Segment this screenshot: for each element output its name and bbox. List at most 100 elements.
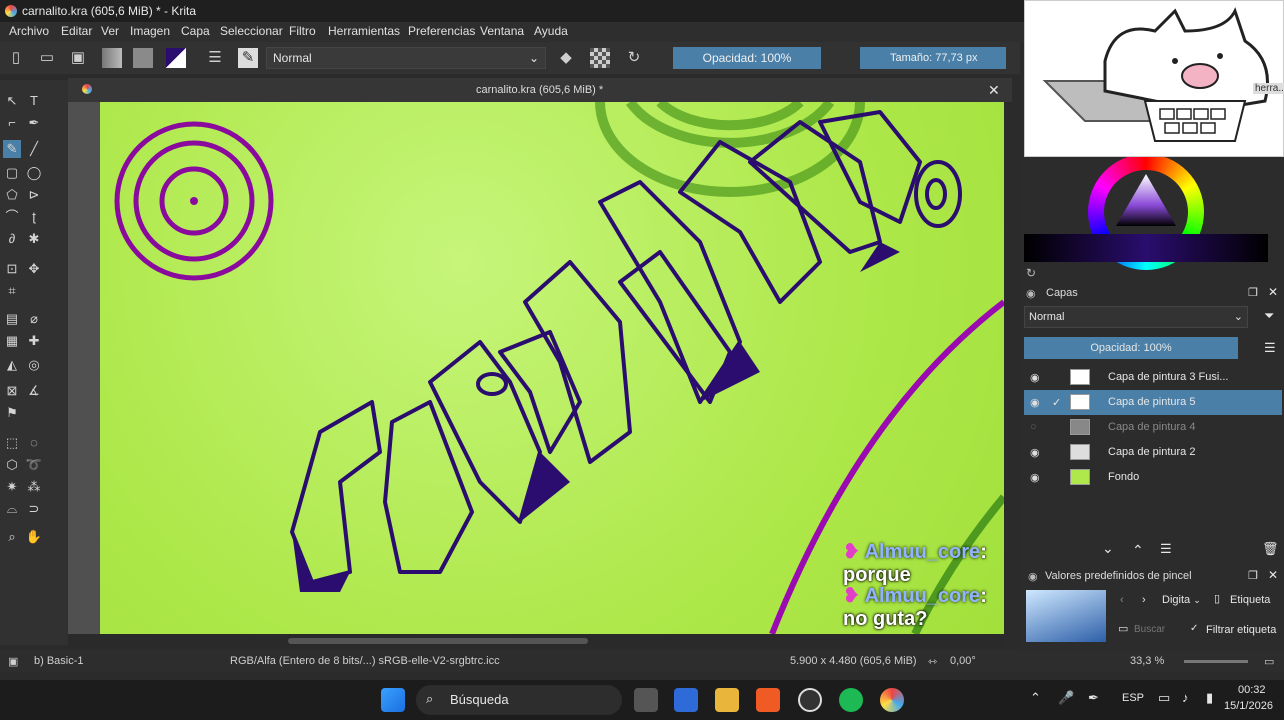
preset-search-input[interactable] <box>1134 620 1184 638</box>
contiguous-select-icon[interactable]: ✷ <box>3 478 21 496</box>
ellipse-select-icon[interactable]: ◌ <box>25 434 43 452</box>
delete-layer-icon[interactable]: 🗑 <box>1262 541 1279 557</box>
transform-tool-icon[interactable]: ⊡ <box>3 260 21 278</box>
menu-filtro[interactable]: Filtro <box>289 24 316 38</box>
move-layer-up-icon[interactable]: ⌃ <box>1132 542 1144 559</box>
canvas-viewport[interactable]: ❥ Almuu_core: porque ❥ Almuu_core: no gu… <box>68 102 1004 634</box>
move-tool-icon[interactable]: ✥ <box>25 260 43 278</box>
freehand-select-icon[interactable]: ➰ <box>25 456 43 474</box>
rotate-icon[interactable]: ⇿ <box>928 655 937 668</box>
color-picker-icon[interactable]: ⌀ <box>25 310 43 328</box>
save-icon[interactable]: ▣ <box>68 48 88 68</box>
brush-settings-icon[interactable]: ☰ <box>205 48 225 68</box>
assistant-tool-icon[interactable]: ⊠ <box>3 382 21 400</box>
smart-patch-icon[interactable]: ✚ <box>25 332 43 350</box>
eye-icon[interactable]: ◉ <box>1030 446 1040 459</box>
gradient-icon[interactable] <box>102 48 122 68</box>
enclose-fill-icon[interactable]: ◎ <box>25 356 43 374</box>
brush-preset-icon[interactable]: ✎ <box>238 48 258 68</box>
select-shapes-icon[interactable]: ↖ <box>3 92 21 110</box>
brush-preset-thumbnail[interactable] <box>1026 590 1106 642</box>
eye-hidden-icon[interactable]: ○ <box>1030 421 1037 433</box>
horizontal-scrollbar[interactable] <box>68 634 1004 648</box>
layer-menu-icon[interactable]: ☰ <box>1264 340 1276 356</box>
color-swatch-icon[interactable] <box>166 48 186 68</box>
new-document-icon[interactable]: ▯ <box>6 48 26 68</box>
magnetic-select-icon[interactable]: ⊃ <box>25 500 43 518</box>
menu-imagen[interactable]: Imagen <box>130 24 170 38</box>
tray-chevron-icon[interactable]: ⌃ <box>1030 690 1041 706</box>
brave-icon[interactable] <box>756 688 780 712</box>
menu-seleccionar[interactable]: Seleccionar <box>220 24 283 38</box>
eraser-icon[interactable]: ◆ <box>556 48 576 68</box>
freehand-brush-icon[interactable]: ✎ <box>3 140 21 158</box>
colorize-mask-icon[interactable]: ▦ <box>3 332 21 350</box>
filter-tag-checkbox[interactable]: ✓ <box>1190 623 1198 634</box>
fill-tool-icon[interactable]: ◭ <box>3 356 21 374</box>
tag-select[interactable]: Digita ⌄ <box>1160 592 1208 610</box>
windows-start-icon[interactable] <box>381 688 405 712</box>
polygon-select-icon[interactable]: ⬡ <box>3 456 21 474</box>
layer-row[interactable]: ◉ Capa de pintura 3 Fusi... <box>1024 365 1282 390</box>
float-panel-icon[interactable]: ❐ <box>1248 286 1258 299</box>
color-history-bar[interactable] <box>1024 234 1268 262</box>
reference-images-icon[interactable]: ⚑ <box>3 404 21 422</box>
layer-row[interactable]: ◉ Capa de pintura 2 <box>1024 440 1282 465</box>
layer-row[interactable]: ◉ Fondo <box>1024 465 1282 490</box>
network-icon[interactable]: ▭ <box>1158 690 1170 706</box>
zoom-slider[interactable] <box>1184 660 1248 663</box>
prev-icon[interactable]: ‹ <box>1120 594 1124 606</box>
volume-icon[interactable]: ♪ <box>1182 690 1189 705</box>
menu-ayuda[interactable]: Ayuda <box>534 24 568 38</box>
multibrush-icon[interactable]: ✱ <box>25 230 43 248</box>
polyline-tool-icon[interactable]: ⊳ <box>25 186 43 204</box>
spotify-icon[interactable] <box>839 688 863 712</box>
layer-opacity-slider[interactable]: Opacidad: 100% <box>1024 337 1238 359</box>
alpha-lock-icon[interactable] <box>590 48 610 68</box>
zoom-fit-icon[interactable]: ▭ <box>1264 655 1274 668</box>
blend-mode-select[interactable]: Normal ⌄ <box>266 47 546 69</box>
bezier-tool-icon[interactable]: ⌒ <box>3 208 21 226</box>
crop-tool-icon[interactable]: ⌗ <box>3 282 21 300</box>
language-indicator[interactable]: ESP <box>1122 692 1144 704</box>
taskbar-search[interactable]: ⌕ Búsqueda <box>416 685 622 715</box>
edit-shapes-icon[interactable]: ⌐ <box>3 114 21 132</box>
menu-herramientas[interactable]: Herramientas <box>328 24 400 38</box>
similar-select-icon[interactable]: ⁂ <box>25 478 43 496</box>
reload-icon[interactable]: ↻ <box>624 48 644 68</box>
eye-icon[interactable]: ◉ <box>1030 471 1040 484</box>
krita-taskbar-icon[interactable] <box>880 688 904 712</box>
menu-ventana[interactable]: Ventana <box>480 24 524 38</box>
gradient-tool-icon[interactable]: ▤ <box>3 310 21 328</box>
pan-tool-icon[interactable]: ✋ <box>25 528 43 546</box>
size-slider[interactable]: Tamaño: 77,73 px <box>860 47 1006 69</box>
ellipse-tool-icon[interactable]: ◯ <box>25 164 43 182</box>
filter-icon[interactable]: ⏷ <box>1264 308 1274 324</box>
menu-archivo[interactable]: Archivo <box>9 24 49 38</box>
polygon-tool-icon[interactable]: ⬠ <box>3 186 21 204</box>
menu-ver[interactable]: Ver <box>101 24 119 38</box>
move-layer-down-icon[interactable]: ⌄ <box>1102 540 1114 557</box>
menu-editar[interactable]: Editar <box>61 24 92 38</box>
obs-icon[interactable] <box>798 688 822 712</box>
close-panel-icon[interactable]: ✕ <box>1268 568 1278 582</box>
dynamic-brush-icon[interactable]: ∂ <box>3 230 21 248</box>
open-document-icon[interactable]: ▭ <box>37 48 57 68</box>
text-tool-icon[interactable]: T <box>25 92 43 110</box>
document-tab[interactable]: carnalito.kra (605,6 MiB) * ✕ <box>68 78 1012 102</box>
battery-icon[interactable]: ▮ <box>1206 690 1213 706</box>
menu-capa[interactable]: Capa <box>181 24 210 38</box>
store-icon[interactable] <box>674 688 698 712</box>
file-explorer-icon[interactable] <box>715 688 739 712</box>
freehand-path-icon[interactable]: ʈ <box>25 208 43 226</box>
rectangle-tool-icon[interactable]: ▢ <box>3 164 21 182</box>
calligraphy-icon[interactable]: ✒ <box>25 114 43 132</box>
float-panel-icon[interactable]: ❐ <box>1248 569 1258 582</box>
opacity-slider[interactable]: Opacidad: 100% <box>673 47 821 69</box>
layer-row-selected[interactable]: ◉ ✓ Capa de pintura 5 <box>1024 390 1282 415</box>
next-icon[interactable]: › <box>1142 594 1146 606</box>
eye-icon[interactable]: ◉ <box>1030 371 1040 384</box>
close-document-icon[interactable]: ✕ <box>988 82 1000 99</box>
pattern-icon[interactable] <box>133 48 153 68</box>
bezier-select-icon[interactable]: ⌓ <box>3 500 21 518</box>
